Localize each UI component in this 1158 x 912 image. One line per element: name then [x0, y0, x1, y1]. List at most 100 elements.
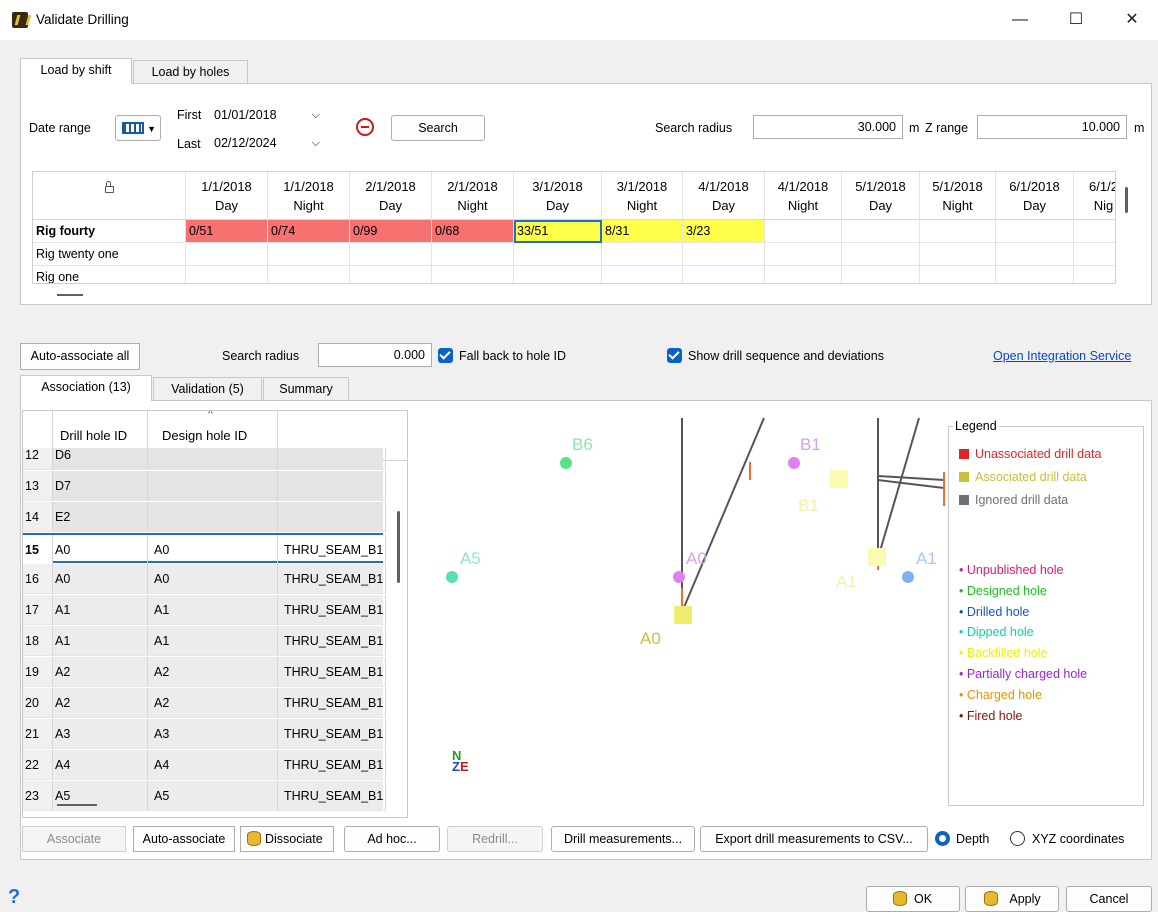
- grid-column-header[interactable]: 4/1/2018 Night: [765, 172, 842, 220]
- tab-load-by-holes[interactable]: Load by holes: [133, 60, 248, 84]
- design-hole-id-cell[interactable]: [148, 448, 278, 470]
- shift-cell[interactable]: [268, 243, 350, 266]
- seam-cell[interactable]: THRU_SEAM_B1: [278, 657, 386, 687]
- seam-cell[interactable]: THRU_SEAM_B1: [278, 688, 386, 718]
- design-hole-id-cell[interactable]: A0: [148, 535, 278, 565]
- assoc-search-radius-input[interactable]: 0.000: [318, 343, 432, 367]
- shift-cell[interactable]: 0/68: [432, 220, 514, 243]
- drill-hole-id-cell[interactable]: A1: [53, 626, 148, 656]
- table-row[interactable]: 16 A0 A0 THRU_SEAM_B1: [23, 564, 386, 594]
- close-button[interactable]: ✕: [1112, 6, 1152, 34]
- shift-cell[interactable]: [842, 243, 920, 266]
- table-row[interactable]: 20 A2 A2 THRU_SEAM_B1: [23, 688, 386, 718]
- grid-vertical-scrollbar[interactable]: [1125, 187, 1128, 213]
- grid-column-header[interactable]: 1/1/2018 Night: [268, 172, 350, 220]
- table-row[interactable]: 13 D7: [23, 471, 386, 501]
- grid-horizontal-scrollbar[interactable]: [57, 294, 83, 296]
- shift-cell[interactable]: [765, 220, 842, 243]
- grid-column-header[interactable]: 3/1/2018 Night: [602, 172, 683, 220]
- export-csv-button[interactable]: Export drill measurements to CSV...: [700, 826, 928, 852]
- dissociate-button[interactable]: Dissociate: [240, 826, 334, 852]
- associate-button[interactable]: Associate: [22, 826, 126, 852]
- show-sequence-checkbox[interactable]: [667, 348, 682, 363]
- shift-cell[interactable]: [514, 243, 602, 266]
- table-row[interactable]: 12 D6: [23, 448, 386, 470]
- shift-cell[interactable]: [920, 266, 996, 283]
- grid-column-header[interactable]: 2/1/2018 Night: [432, 172, 514, 220]
- auto-associate-all-button[interactable]: Auto-associate all: [20, 343, 140, 370]
- drilled-hole-a1-marker[interactable]: [902, 571, 914, 583]
- auto-associate-button[interactable]: Auto-associate: [133, 826, 235, 852]
- grid-column-header[interactable]: 5/1/2018 Day: [842, 172, 920, 220]
- table-row[interactable]: 17 A1 A1 THRU_SEAM_B1: [23, 595, 386, 625]
- shift-cell[interactable]: [920, 243, 996, 266]
- maximize-button[interactable]: ☐: [1056, 6, 1096, 34]
- shift-cell[interactable]: [765, 243, 842, 266]
- shift-cell[interactable]: [842, 220, 920, 243]
- shift-cell[interactable]: [765, 266, 842, 283]
- cancel-button[interactable]: Cancel: [1066, 886, 1152, 912]
- tab-validation[interactable]: Validation (5): [153, 377, 262, 401]
- z-range-input[interactable]: 10.000: [977, 115, 1127, 139]
- shift-cell[interactable]: [350, 266, 432, 283]
- shift-cell[interactable]: [602, 243, 683, 266]
- table-row[interactable]: 22 A4 A4 THRU_SEAM_B1: [23, 750, 386, 780]
- design-hole-id-cell[interactable]: A1: [148, 595, 278, 625]
- shift-cell[interactable]: [996, 243, 1074, 266]
- shift-cell[interactable]: 3/23: [683, 220, 765, 243]
- associated-drill-data-marker[interactable]: [674, 606, 692, 624]
- shift-cell[interactable]: [602, 266, 683, 283]
- lock-icon[interactable]: [104, 181, 114, 193]
- tab-association[interactable]: Association (13): [20, 375, 152, 401]
- seam-cell[interactable]: THRU_SEAM_B1: [278, 564, 386, 594]
- shift-cell[interactable]: [350, 243, 432, 266]
- seam-cell[interactable]: THRU_SEAM_B1: [278, 535, 386, 565]
- design-hole-id-cell[interactable]: A2: [148, 657, 278, 687]
- apply-button[interactable]: Apply: [965, 886, 1059, 912]
- drill-hole-id-cell[interactable]: A2: [53, 657, 148, 687]
- seam-cell[interactable]: [278, 471, 386, 501]
- grid-column-header[interactable]: 3/1/2018 Day: [514, 172, 602, 220]
- open-integration-service-link[interactable]: Open Integration Service: [993, 349, 1131, 363]
- grid-column-header[interactable]: 5/1/2018 Night: [920, 172, 996, 220]
- shift-cell[interactable]: [842, 266, 920, 283]
- shift-cell[interactable]: [996, 266, 1074, 283]
- grid-column-header[interactable]: 2/1/2018 Day: [350, 172, 432, 220]
- seam-cell[interactable]: THRU_SEAM_B1: [278, 626, 386, 656]
- drill-hole-id-cell[interactable]: A2: [53, 688, 148, 718]
- seam-cell[interactable]: THRU_SEAM_B1: [278, 719, 386, 749]
- fallback-hole-id-checkbox[interactable]: [438, 348, 453, 363]
- minimize-button[interactable]: —: [1000, 6, 1040, 34]
- shift-cell[interactable]: [186, 243, 268, 266]
- drill-hole-id-cell[interactable]: A3: [53, 719, 148, 749]
- shift-cell[interactable]: [1074, 220, 1115, 243]
- shift-cell[interactable]: [1074, 266, 1115, 283]
- shift-cell[interactable]: 0/74: [268, 220, 350, 243]
- drill-hole-id-cell[interactable]: A0: [53, 535, 148, 565]
- search-button[interactable]: Search: [391, 115, 485, 141]
- table-row[interactable]: 21 A3 A3 THRU_SEAM_B1: [23, 719, 386, 749]
- seam-cell[interactable]: [278, 502, 386, 532]
- shift-cell[interactable]: [514, 266, 602, 283]
- rig-row-label[interactable]: Rig fourty: [33, 220, 186, 243]
- design-hole-id-cell[interactable]: [148, 502, 278, 532]
- grid-column-header[interactable]: 6/1/2 Nig: [1074, 172, 1115, 220]
- table-row[interactable]: 23 A5 A5 THRU_SEAM_B1: [23, 781, 386, 811]
- table-row[interactable]: 15 A0 A0 THRU_SEAM_B1: [23, 533, 386, 565]
- associated-drill-data-marker[interactable]: [830, 470, 848, 488]
- drill-hole-id-cell[interactable]: D6: [53, 448, 148, 470]
- ok-button[interactable]: OK: [866, 886, 960, 912]
- drill-hole-id-cell[interactable]: A1: [53, 595, 148, 625]
- shift-cell[interactable]: [1074, 243, 1115, 266]
- tab-summary[interactable]: Summary: [263, 377, 349, 401]
- grid-column-header[interactable]: 6/1/2018 Day: [996, 172, 1074, 220]
- design-hole-id-cell[interactable]: A1: [148, 626, 278, 656]
- table-row[interactable]: 19 A2 A2 THRU_SEAM_B1: [23, 657, 386, 687]
- seam-cell[interactable]: THRU_SEAM_B1: [278, 781, 386, 811]
- redrill-button[interactable]: Redrill...: [447, 826, 543, 852]
- clear-filter-icon[interactable]: [356, 118, 374, 136]
- dipped-hole-a5-marker[interactable]: [446, 571, 458, 583]
- designed-hole-b6-marker[interactable]: [560, 457, 572, 469]
- partially-charged-hole-a0-marker[interactable]: [673, 571, 685, 583]
- associated-drill-data-marker[interactable]: [868, 548, 886, 566]
